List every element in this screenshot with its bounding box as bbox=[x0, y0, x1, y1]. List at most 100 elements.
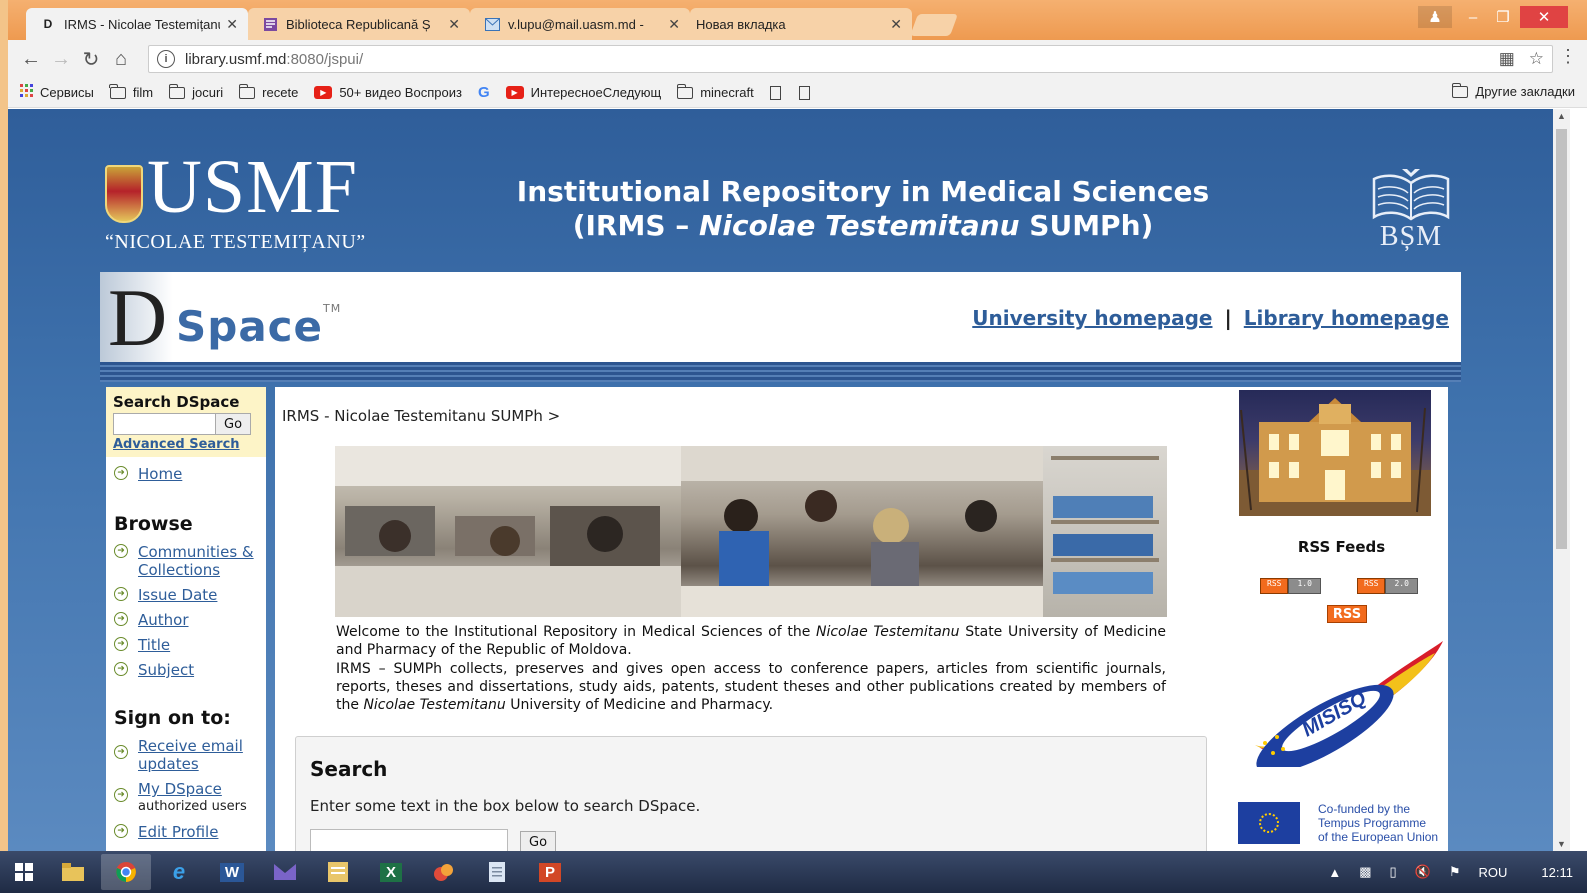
profile-icon[interactable]: ♟ bbox=[1418, 6, 1452, 28]
nav-item-issue-date[interactable]: ➜ Issue Date bbox=[106, 586, 266, 604]
close-tab-icon[interactable]: ✕ bbox=[890, 16, 902, 33]
bookmark-minecraft[interactable]: minecraft bbox=[676, 83, 754, 100]
bookmark-star-icon[interactable]: ☆ bbox=[1529, 49, 1544, 69]
reload-icon[interactable]: ↻ bbox=[76, 44, 106, 74]
menu-icon[interactable]: ⋮ bbox=[1559, 46, 1577, 67]
bookmark-youtube-1[interactable]: ▶ 50+ видео Воспроиз bbox=[314, 85, 462, 100]
bookmark-youtube-2[interactable]: ▶ ИнтересноеСледующ bbox=[505, 85, 661, 100]
university-homepage-link[interactable]: University homepage bbox=[972, 306, 1212, 330]
scroll-thumb[interactable] bbox=[1556, 129, 1567, 549]
search-heading: Search bbox=[310, 757, 388, 781]
bsm-logo[interactable]: BȘM bbox=[1368, 165, 1454, 255]
rss-button[interactable]: RSS bbox=[1327, 605, 1367, 623]
nav-link[interactable]: Edit Profile bbox=[138, 823, 218, 841]
back-icon[interactable]: ← bbox=[16, 44, 46, 74]
tab-biblioteca[interactable]: Biblioteca Republicană Ș ✕ bbox=[248, 8, 470, 40]
tab-new[interactable]: Новая вкладка ✕ bbox=[690, 8, 912, 40]
nav-link[interactable]: Author bbox=[138, 611, 189, 629]
nav-link[interactable]: Home bbox=[138, 465, 182, 483]
minimize-button[interactable]: – bbox=[1456, 6, 1490, 28]
nav-item-receive-email[interactable]: ➜ Receive email updates bbox=[106, 737, 266, 773]
notepad-icon[interactable] bbox=[472, 854, 522, 890]
nav-item-home[interactable]: ➜ Home bbox=[106, 465, 266, 483]
tab-title: v.lupu@mail.uasm.md - bbox=[508, 16, 644, 32]
close-tab-icon[interactable]: ✕ bbox=[668, 16, 680, 33]
reading-room-banner bbox=[335, 446, 1167, 617]
info-icon[interactable]: i bbox=[157, 50, 175, 68]
apps-icon bbox=[20, 84, 34, 101]
advanced-search-link[interactable]: Advanced Search bbox=[113, 437, 259, 452]
translate-icon[interactable]: ▦ bbox=[1499, 49, 1515, 69]
bookmark-google[interactable]: G bbox=[478, 84, 490, 101]
start-button[interactable] bbox=[0, 851, 48, 893]
sidebar-search-input[interactable] bbox=[113, 413, 215, 435]
dspace-logo[interactable]: SpaceTM bbox=[176, 302, 341, 351]
page-content: USMF “NICOLAE TESTEMIȚANU” Institutional… bbox=[8, 109, 1553, 851]
nav-item-title[interactable]: ➜ Title bbox=[106, 636, 266, 654]
nav-link[interactable]: Receive email updates bbox=[138, 737, 266, 773]
intro-paragraph-1: Welcome to the Institutional Repository … bbox=[336, 624, 1166, 659]
nav-link[interactable]: Issue Date bbox=[138, 586, 217, 604]
main-go-button[interactable]: Go bbox=[520, 831, 557, 851]
scroll-up-icon[interactable]: ▲ bbox=[1557, 111, 1566, 121]
nav-link[interactable]: Communities & Collections bbox=[138, 543, 266, 579]
rss-2-badge[interactable]: RSS 2.0 bbox=[1357, 578, 1418, 594]
bookmark-recete[interactable]: recete bbox=[238, 83, 299, 100]
mail-app-icon[interactable] bbox=[260, 854, 310, 890]
nav-link[interactable]: My DSpace bbox=[138, 780, 222, 798]
restore-button[interactable]: ❐ bbox=[1486, 6, 1520, 28]
page-bookmark-icon[interactable] bbox=[798, 85, 810, 100]
misiso-logo[interactable]: MISISQ bbox=[1245, 637, 1445, 774]
forward-icon[interactable]: → bbox=[46, 44, 76, 74]
nav-item-edit-profile[interactable]: ➜ Edit Profile bbox=[106, 823, 266, 841]
page-scrollbar[interactable]: ▲ ▼ bbox=[1553, 109, 1570, 851]
bookmark-film[interactable]: film bbox=[109, 83, 153, 100]
bookmark-label: recete bbox=[262, 85, 299, 100]
sidebar-go-button[interactable]: Go bbox=[215, 413, 252, 435]
eu-flag-icon bbox=[1238, 802, 1300, 844]
nav-link[interactable]: Subject bbox=[138, 661, 194, 679]
nav-link[interactable]: Title bbox=[138, 636, 170, 654]
breadcrumb[interactable]: IRMS - Nicolae Testemitanu SUMPh > bbox=[282, 407, 560, 425]
address-bar[interactable]: i library.usmf.md:8080/jspui/ ▦ ☆ bbox=[148, 45, 1553, 73]
powerpoint-icon[interactable]: P bbox=[525, 854, 575, 890]
main-search-input[interactable] bbox=[310, 829, 508, 851]
tray-expand-icon[interactable]: ▲ bbox=[1328, 865, 1341, 880]
clock[interactable]: 12:11 bbox=[1541, 865, 1573, 880]
home-icon[interactable]: ⌂ bbox=[106, 44, 136, 74]
bookmark-jocuri[interactable]: jocuri bbox=[168, 83, 223, 100]
close-tab-icon[interactable]: ✕ bbox=[226, 16, 238, 33]
university-building-photo[interactable] bbox=[1239, 390, 1431, 516]
language-indicator[interactable]: ROU bbox=[1479, 865, 1508, 880]
nav-item-my-dspace[interactable]: ➜ My DSpace authorized users bbox=[106, 780, 266, 816]
scroll-down-icon[interactable]: ▼ bbox=[1557, 839, 1566, 849]
file-explorer-icon[interactable] bbox=[48, 854, 98, 890]
library-homepage-link[interactable]: Library homepage bbox=[1244, 306, 1449, 330]
nav-item-communities[interactable]: ➜ Communities & Collections bbox=[106, 543, 266, 579]
book-favicon-icon bbox=[262, 16, 278, 32]
arrow-bullet-icon: ➜ bbox=[114, 745, 128, 759]
other-bookmarks[interactable]: Другие закладки bbox=[1451, 82, 1575, 99]
battery-icon[interactable]: ▯ bbox=[1390, 864, 1397, 880]
new-tab-button[interactable] bbox=[909, 14, 959, 36]
close-window-button[interactable]: ✕ bbox=[1520, 6, 1568, 28]
paint-icon[interactable] bbox=[419, 854, 469, 890]
arrow-bullet-icon: ➜ bbox=[114, 662, 128, 676]
flag-icon[interactable]: ⚑ bbox=[1449, 864, 1461, 880]
excel-icon[interactable]: X bbox=[366, 854, 416, 890]
word-icon[interactable]: W bbox=[207, 854, 257, 890]
files-app-icon[interactable] bbox=[313, 854, 363, 890]
eu-tempus-logo[interactable]: Co-funded by the Tempus Programme of the… bbox=[1238, 802, 1438, 844]
rss-1-badge[interactable]: RSS 1.0 bbox=[1260, 578, 1321, 594]
bookmark-apps[interactable]: Сервисы bbox=[20, 84, 94, 101]
internet-explorer-icon[interactable]: e bbox=[154, 854, 204, 890]
signal-icon[interactable]: ▩ bbox=[1359, 864, 1371, 880]
close-tab-icon[interactable]: ✕ bbox=[448, 16, 460, 33]
page-bookmark-icon[interactable] bbox=[769, 85, 781, 100]
chrome-icon[interactable] bbox=[101, 854, 151, 890]
tab-mail[interactable]: v.lupu@mail.uasm.md - ✕ bbox=[470, 8, 690, 40]
tab-irms[interactable]: D IRMS - Nicolae Testemițanu ✕ bbox=[26, 8, 248, 40]
volume-mute-icon[interactable]: 🔇 bbox=[1415, 864, 1431, 880]
nav-item-author[interactable]: ➜ Author bbox=[106, 611, 266, 629]
nav-item-subject[interactable]: ➜ Subject bbox=[106, 661, 266, 679]
